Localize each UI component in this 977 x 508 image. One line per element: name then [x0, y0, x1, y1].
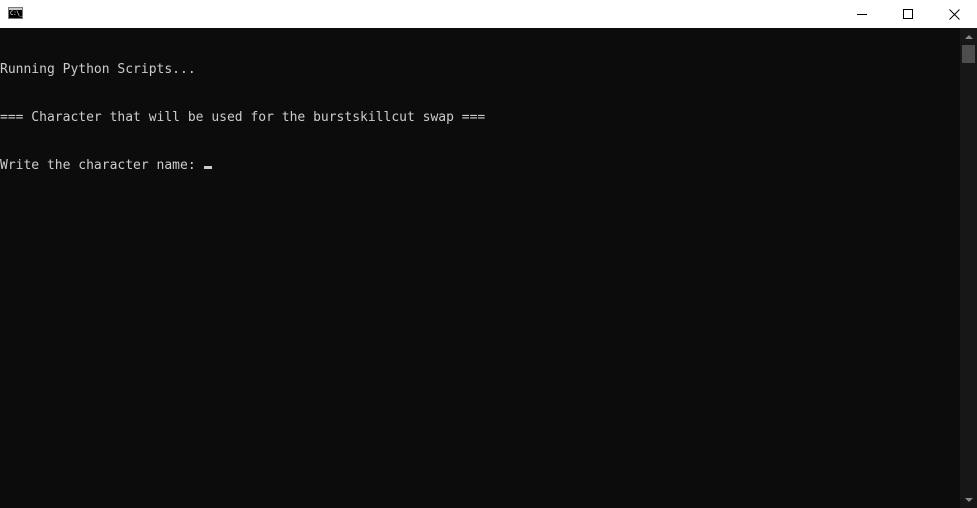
- console-window: C:\_ Running Python Scripts... === Chara…: [0, 0, 977, 508]
- console-output[interactable]: Running Python Scripts... === Character …: [0, 28, 960, 508]
- scroll-down-button[interactable]: [960, 491, 977, 508]
- console-line: === Character that will be used for the …: [0, 110, 486, 125]
- maximize-icon: [903, 9, 913, 19]
- close-icon: [948, 8, 960, 20]
- scrollbar-thumb[interactable]: [962, 45, 975, 63]
- scroll-up-button[interactable]: [960, 28, 977, 45]
- vertical-scrollbar[interactable]: [960, 28, 977, 508]
- input-prompt-line[interactable]: Write the character name:: [0, 158, 960, 174]
- title-bar[interactable]: C:\_: [0, 0, 977, 28]
- arrow-down-icon: [964, 497, 973, 502]
- command-prompt-icon-text: C:\_: [10, 10, 23, 17]
- maximize-button[interactable]: [885, 0, 931, 28]
- console-line: Running Python Scripts...: [0, 62, 196, 77]
- arrow-up-icon: [964, 34, 973, 39]
- minimize-button[interactable]: [839, 0, 885, 28]
- minimize-icon: [857, 13, 867, 15]
- input-prompt: Write the character name:: [0, 158, 204, 173]
- text-cursor: [203, 166, 212, 169]
- close-button[interactable]: [931, 0, 977, 28]
- command-prompt-icon[interactable]: C:\_: [8, 7, 23, 19]
